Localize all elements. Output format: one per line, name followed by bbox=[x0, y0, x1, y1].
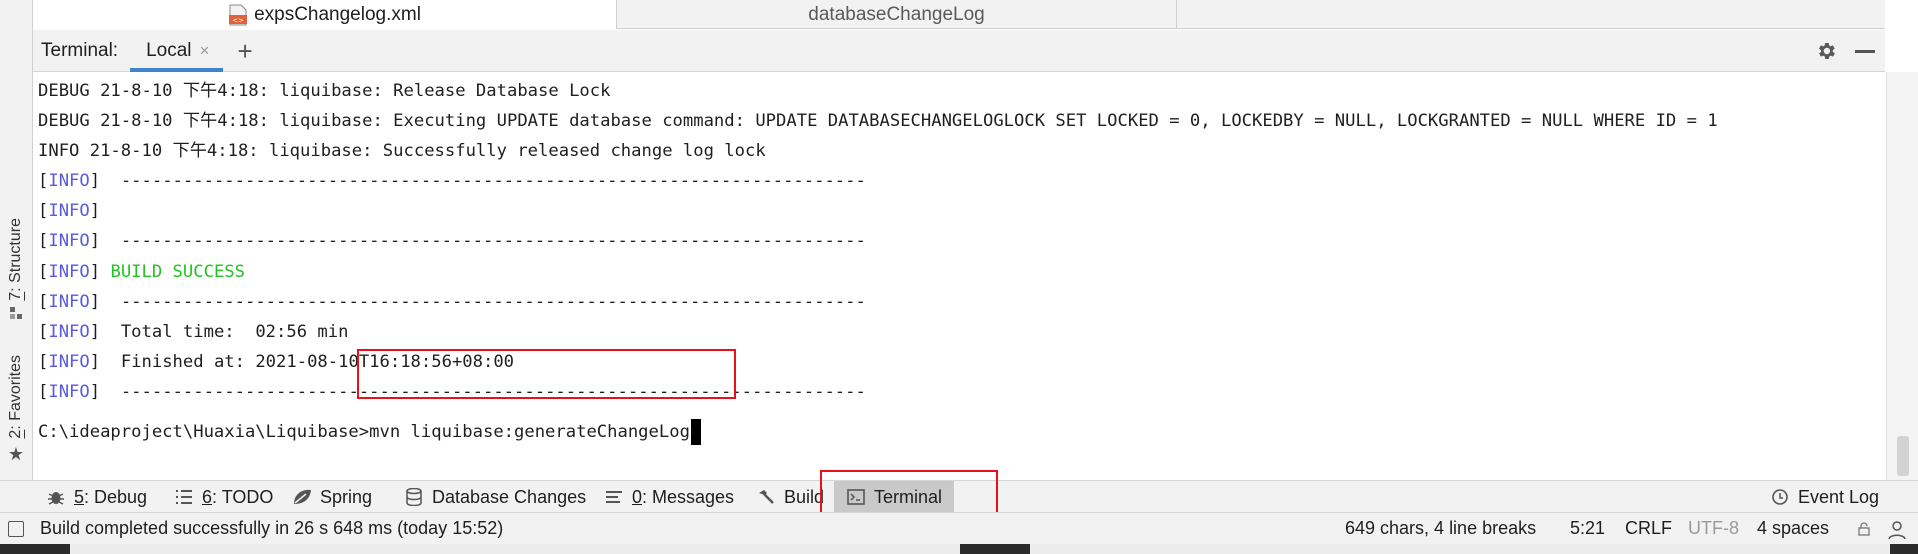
editor-tab-bar: <> expsChangelog.xml databaseChangeLog bbox=[33, 0, 1885, 29]
terminal-line: [INFO] bbox=[38, 201, 111, 222]
build-tool-button[interactable]: Build bbox=[756, 481, 824, 513]
terminal-prompt: C:\ideaproject\Huaxia\Liquibase> bbox=[38, 422, 370, 442]
log-level-tag: INFO bbox=[48, 381, 90, 402]
person-icon[interactable] bbox=[1886, 519, 1908, 541]
editor-tab-label: databaseChangeLog bbox=[808, 3, 985, 25]
terminal-line: [INFO] Total time: 02:56 min bbox=[38, 321, 349, 342]
terminal-line: DEBUG 21-8-10 下午4:18: liquibase: Executi… bbox=[38, 106, 1718, 136]
log-level-tag: INFO bbox=[48, 261, 90, 282]
gear-icon[interactable] bbox=[1815, 40, 1837, 62]
terminal-prompt-line[interactable]: C:\ideaproject\Huaxia\Liquibase>mvn liqu… bbox=[38, 417, 701, 447]
left-tool-strip: 7: Structure ★ 2: Favorites bbox=[0, 0, 33, 505]
selection-info: 649 chars, 4 line breaks bbox=[1345, 518, 1537, 538]
terminal-title: Terminal: bbox=[41, 39, 119, 61]
terminal-tool-button[interactable]: Terminal bbox=[834, 481, 954, 513]
terminal-line-text: Finished at: 2021-08-10T16:18:56+08:00 bbox=[110, 351, 515, 372]
terminal-scrollbar[interactable] bbox=[1886, 72, 1918, 480]
xml-file-icon: <> bbox=[228, 4, 248, 26]
scrollbar-thumb[interactable] bbox=[1897, 436, 1909, 476]
taskbar-segment bbox=[1030, 544, 1890, 554]
list-icon bbox=[174, 487, 194, 507]
log-level-tag: INFO bbox=[48, 291, 90, 312]
status-message[interactable]: Build completed successfully in 26 s 648… bbox=[40, 518, 503, 539]
terminal-line: [INFO] ---------------------------------… bbox=[38, 231, 866, 252]
terminal-header: Terminal: Local × + bbox=[33, 30, 1885, 72]
terminal-line: DEBUG 21-8-10 下午4:18: liquibase: Release… bbox=[38, 76, 1718, 106]
os-taskbar bbox=[0, 544, 1918, 554]
terminal-output-area[interactable]: DEBUG 21-8-10 下午4:18: liquibase: Release… bbox=[33, 72, 1885, 480]
new-terminal-tab-button[interactable]: + bbox=[237, 38, 252, 64]
structure-tool-label: 7: Structure bbox=[7, 218, 24, 301]
database-changes-tool-button[interactable]: Database Changes bbox=[404, 481, 586, 513]
favorites-tool-label: 2: Favorites bbox=[7, 355, 24, 439]
terminal-line: [INFO] ---------------------------------… bbox=[38, 381, 866, 402]
spring-leaf-icon bbox=[292, 487, 312, 507]
database-icon bbox=[404, 487, 424, 507]
tool-window-bar: 5: Debug 6: TODO Spring Database Changes… bbox=[0, 480, 1918, 513]
messages-tool-button[interactable]: 0: Messages bbox=[604, 481, 734, 513]
log-level-tag: INFO bbox=[48, 201, 90, 222]
terminal-output: DEBUG 21-8-10 下午4:18: liquibase: Release… bbox=[38, 76, 1718, 407]
event-log-tool-button[interactable]: Event Log bbox=[1770, 481, 1879, 513]
text-cursor bbox=[690, 419, 701, 445]
close-tab-icon[interactable]: × bbox=[200, 41, 210, 61]
indent-setting[interactable]: 4 spaces bbox=[1757, 518, 1829, 539]
status-bar: Build completed successfully in 26 s 648… bbox=[0, 512, 1918, 544]
structure-tool-button[interactable]: 7: Structure bbox=[3, 200, 29, 320]
debug-tool-button[interactable]: 5: Debug bbox=[46, 481, 147, 513]
terminal-line: [INFO] ---------------------------------… bbox=[38, 291, 866, 312]
editor-tab-databasechangelog[interactable]: databaseChangeLog bbox=[617, 0, 1177, 29]
terminal-line-text: ----------------------------------------… bbox=[110, 291, 866, 312]
hammer-icon bbox=[756, 487, 776, 507]
line-separator[interactable]: CRLF bbox=[1625, 518, 1672, 539]
editor-tab-label: expsChangelog.xml bbox=[254, 3, 421, 25]
log-level-tag: INFO bbox=[48, 321, 90, 342]
terminal-line-text: DEBUG 21-8-10 下午4:18: liquibase: Release… bbox=[38, 81, 611, 101]
log-level-tag: INFO bbox=[48, 171, 90, 192]
favorites-tool-button[interactable]: ★ 2: Favorites bbox=[3, 345, 29, 465]
toggle-tool-windows-icon[interactable] bbox=[8, 521, 24, 537]
event-log-icon bbox=[1770, 487, 1790, 507]
file-encoding[interactable]: UTF-8 bbox=[1688, 518, 1739, 539]
messages-icon bbox=[604, 487, 624, 507]
taskbar-segment bbox=[70, 544, 960, 554]
terminal-line: [INFO] Finished at: 2021-08-10T16:18:56+… bbox=[38, 351, 515, 372]
terminal-line-text: ----------------------------------------… bbox=[110, 171, 866, 192]
svg-text:<>: <> bbox=[232, 16, 244, 24]
log-level-tag: INFO bbox=[48, 351, 90, 372]
terminal-line-text: INFO 21-8-10 下午4:18: liquibase: Successf… bbox=[38, 141, 766, 162]
log-level-tag: INFO bbox=[48, 231, 90, 252]
lock-icon[interactable] bbox=[1858, 522, 1870, 536]
todo-tool-button[interactable]: 6: TODO bbox=[174, 481, 273, 513]
editor-tab-expschangelog[interactable]: <> expsChangelog.xml bbox=[33, 0, 617, 29]
minimize-icon[interactable] bbox=[1855, 49, 1875, 53]
terminal-tab-label: Local bbox=[146, 39, 192, 61]
terminal-line-text: ----------------------------------------… bbox=[110, 381, 866, 402]
star-icon: ★ bbox=[7, 444, 25, 464]
terminal-header-actions bbox=[1815, 30, 1875, 72]
terminal-command: mvn liquibase:generateChangeLog bbox=[369, 422, 690, 442]
terminal-line: [INFO] BUILD SUCCESS bbox=[38, 261, 245, 282]
bug-icon bbox=[46, 487, 66, 507]
terminal-icon bbox=[846, 487, 866, 507]
terminal-line: INFO 21-8-10 下午4:18: liquibase: Successf… bbox=[38, 136, 1718, 166]
spring-tool-button[interactable]: Spring bbox=[292, 481, 372, 513]
terminal-line-text: Total time: 02:56 min bbox=[110, 321, 349, 342]
caret-position[interactable]: 5:21 bbox=[1570, 518, 1605, 539]
terminal-line-text: BUILD SUCCESS bbox=[110, 261, 245, 282]
structure-icon bbox=[10, 307, 22, 319]
terminal-tab-local[interactable]: Local × bbox=[130, 30, 224, 72]
terminal-line-text: DEBUG 21-8-10 下午4:18: liquibase: Executi… bbox=[38, 111, 1718, 132]
terminal-line: [INFO] ---------------------------------… bbox=[38, 171, 866, 192]
terminal-line-text: ----------------------------------------… bbox=[110, 231, 866, 252]
